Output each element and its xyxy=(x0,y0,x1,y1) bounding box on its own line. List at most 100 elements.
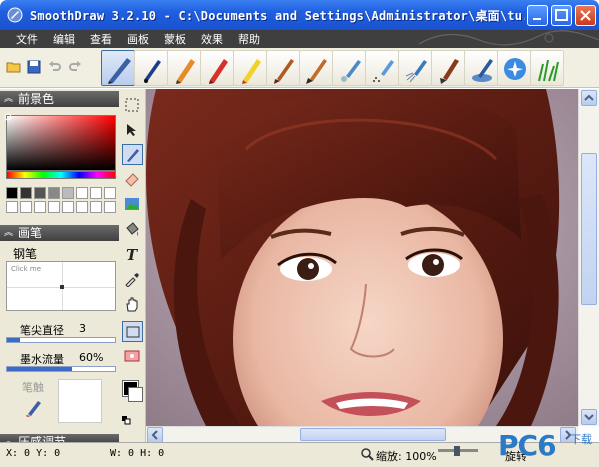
marker-brush-icon xyxy=(209,59,228,84)
open-folder-icon[interactable] xyxy=(6,59,22,75)
menu-view[interactable]: 查看 xyxy=(90,31,112,47)
scroll-left-button[interactable] xyxy=(147,427,163,443)
hue-slider[interactable] xyxy=(6,171,116,179)
tool-select-rect[interactable] xyxy=(122,95,143,116)
swatch-empty[interactable] xyxy=(76,201,88,213)
swatch-empty[interactable] xyxy=(76,187,88,199)
swatch-empty[interactable] xyxy=(104,201,116,213)
brush-water-button[interactable] xyxy=(464,50,498,86)
tool-eraser[interactable] xyxy=(122,169,143,190)
zoom-slider-thumb[interactable] xyxy=(454,446,460,456)
swatch-empty[interactable] xyxy=(90,201,102,213)
tool-image[interactable] xyxy=(122,194,143,215)
undo-icon[interactable] xyxy=(47,59,63,75)
menu-help[interactable]: 帮助 xyxy=(238,31,260,47)
tip-diameter-value: 3 xyxy=(79,322,86,335)
tool-rectangle[interactable] xyxy=(122,321,143,342)
zoom-magnifier-icon[interactable] xyxy=(360,447,374,461)
tool-text[interactable]: T xyxy=(122,244,143,265)
swap-colors-icon[interactable] xyxy=(121,415,131,425)
menu-mask[interactable]: 蒙板 xyxy=(164,31,186,47)
eraser-icon xyxy=(125,173,139,187)
maximize-button[interactable] xyxy=(551,5,572,26)
brush-preview-area[interactable]: Click me xyxy=(6,261,116,311)
eyedropper-icon xyxy=(125,273,139,287)
arrow-up-icon xyxy=(584,94,594,101)
drawing-canvas[interactable] xyxy=(146,89,578,426)
paintbrush-brush-icon xyxy=(306,59,327,84)
swatch-dark-gray[interactable] xyxy=(20,187,32,199)
swatch-empty[interactable] xyxy=(20,201,32,213)
tool-hand[interactable] xyxy=(122,294,143,315)
swatch-gray[interactable] xyxy=(34,187,46,199)
swatch-empty[interactable] xyxy=(6,201,18,213)
swatch-empty[interactable] xyxy=(34,201,46,213)
nib-label: 笔触 xyxy=(22,381,44,394)
swatch-empty[interactable] xyxy=(62,201,74,213)
minimize-button[interactable] xyxy=(527,5,548,26)
tool-fill[interactable] xyxy=(122,219,143,240)
scroll-down-button[interactable] xyxy=(581,409,597,425)
spray-brush-icon xyxy=(373,60,394,82)
brush-airbrush-button[interactable] xyxy=(332,50,366,86)
brush-name: 钢笔 xyxy=(13,247,38,261)
close-button[interactable] xyxy=(575,5,596,26)
swatch-light-gray[interactable] xyxy=(62,187,74,199)
swatch-empty[interactable] xyxy=(90,187,102,199)
brush-sprinkle-button[interactable] xyxy=(398,50,432,86)
canvas-photo xyxy=(146,89,578,426)
arrow-down-icon xyxy=(584,414,594,421)
brush-spray-button[interactable] xyxy=(365,50,399,86)
menu-effects[interactable]: 效果 xyxy=(201,31,223,47)
brush-flat-button[interactable] xyxy=(431,50,465,86)
menu-canvas[interactable]: 画板 xyxy=(127,31,149,47)
swatch-empty[interactable] xyxy=(48,201,60,213)
tip-diameter-fill xyxy=(7,338,20,342)
swatch-mid-gray[interactable] xyxy=(48,187,60,199)
preview-dot xyxy=(60,285,64,289)
background-color-box[interactable] xyxy=(128,387,143,402)
menu-edit[interactable]: 编辑 xyxy=(53,31,75,47)
brush-ink-pen-button[interactable] xyxy=(134,50,168,86)
redo-icon[interactable] xyxy=(67,59,83,75)
ink-flow-slider[interactable] xyxy=(6,366,116,372)
brush-pencil-button[interactable] xyxy=(167,50,201,86)
grass-brush-icon xyxy=(538,59,559,82)
tool-ellipse[interactable] xyxy=(122,346,143,367)
flat-brush-icon xyxy=(440,59,459,84)
tool-move[interactable] xyxy=(122,120,143,141)
brush-header[interactable]: ︽ 画笔 xyxy=(0,225,119,241)
save-icon[interactable] xyxy=(26,59,42,75)
ink-flow-label: 墨水流量 xyxy=(20,353,64,366)
brush-marker-button[interactable] xyxy=(200,50,234,86)
text-tool-icon: T xyxy=(126,246,139,262)
horizontal-scroll-thumb[interactable] xyxy=(300,428,446,441)
scroll-up-button[interactable] xyxy=(581,90,597,106)
brush-paintbrush-button[interactable] xyxy=(299,50,333,86)
tool-eyedropper[interactable] xyxy=(122,269,143,290)
brush-pen-button[interactable] xyxy=(101,50,135,86)
swatch-black[interactable] xyxy=(6,187,18,199)
collapse-chevron-icon: ︽ xyxy=(4,228,14,238)
vertical-scroll-thumb[interactable] xyxy=(581,153,597,305)
vertical-scrollbar[interactable] xyxy=(578,89,599,426)
water-brush-icon xyxy=(472,59,493,82)
tip-diameter-slider[interactable] xyxy=(6,337,116,343)
brush-glitter-button[interactable] xyxy=(497,50,531,86)
minimize-icon xyxy=(533,18,541,20)
tool-brush[interactable] xyxy=(122,144,143,165)
brush-tool-icon xyxy=(127,149,139,162)
swatch-empty[interactable] xyxy=(104,187,116,199)
brush-title: 画笔 xyxy=(18,226,43,240)
brush-crayon-button[interactable] xyxy=(233,50,267,86)
foreground-color-header[interactable]: ︽ 前景色 xyxy=(0,91,119,107)
color-picker-square[interactable] xyxy=(4,113,116,171)
zoom-level[interactable]: 缩放: 100% xyxy=(376,448,437,464)
brush-brush-button[interactable] xyxy=(266,50,300,86)
selection-size: W: 0 H: 0 xyxy=(110,448,165,459)
menu-file[interactable]: 文件 xyxy=(16,31,38,47)
brush-grass-button[interactable] xyxy=(530,50,564,86)
maximize-icon xyxy=(555,9,568,21)
nib-preview-box[interactable] xyxy=(58,379,102,423)
move-arrow-icon xyxy=(127,124,136,136)
